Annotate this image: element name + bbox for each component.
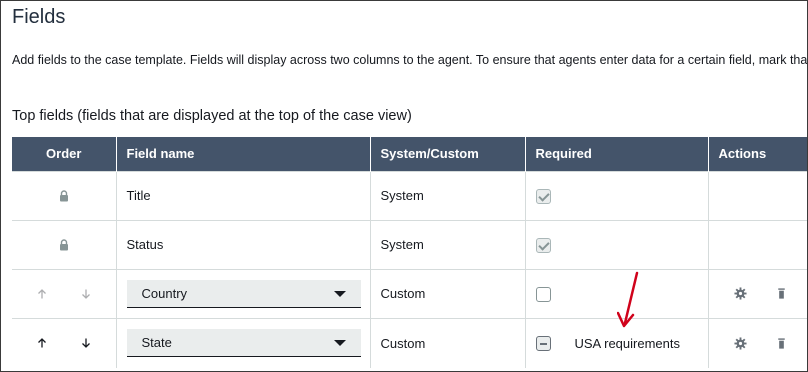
order-cell — [12, 219, 116, 269]
chevron-down-icon — [333, 290, 346, 297]
arrow-down-icon[interactable] — [80, 337, 92, 349]
column-header-required: Required — [524, 137, 708, 171]
required-checkbox — [535, 237, 551, 253]
select-value: State — [141, 335, 172, 351]
order-cell — [12, 170, 116, 220]
field-name-cell: State — [115, 317, 370, 368]
page-title: Fields — [12, 6, 66, 28]
arrow-up-icon[interactable] — [36, 337, 48, 349]
actions-cell — [707, 219, 807, 269]
field-name-select[interactable]: State — [126, 329, 361, 358]
lock-icon — [59, 189, 68, 201]
table-row: State Custom USA requirements — [12, 317, 807, 368]
reorder-controls — [12, 337, 116, 349]
annotation-arrow — [617, 271, 639, 328]
select-value: Country — [141, 285, 188, 301]
field-name-select[interactable]: Country — [126, 279, 361, 308]
field-type-cell: System — [369, 170, 525, 220]
arrow-up-icon — [38, 288, 46, 298]
column-header-system-custom: System/Custom — [369, 137, 525, 171]
required-checkbox[interactable] — [535, 286, 551, 302]
table-row: Country Custom — [12, 268, 807, 318]
gear-icon[interactable] — [733, 337, 747, 350]
arrow-down-icon[interactable] — [80, 288, 92, 300]
fields-table: Order Field name System/Custom Required … — [12, 137, 807, 368]
required-cell — [524, 170, 708, 220]
column-header-order: Order — [12, 137, 116, 171]
actions-cell — [707, 317, 807, 368]
required-checkbox[interactable] — [535, 336, 551, 352]
field-type-cell: Custom — [369, 268, 525, 318]
trash-icon[interactable] — [775, 287, 788, 300]
app-frame: Fields Add fields to the case template. … — [0, 0, 808, 372]
field-name-cell: Country — [115, 268, 370, 318]
order-cell — [12, 317, 116, 368]
table-row: Status System — [12, 219, 807, 269]
column-header-field-name: Field name — [115, 137, 370, 171]
required-condition-label: USA requirements — [574, 336, 681, 352]
gear-icon[interactable] — [733, 287, 747, 300]
column-header-actions: Actions — [707, 137, 807, 171]
order-cell — [12, 268, 116, 318]
section-title: Top fields (fields that are displayed at… — [12, 108, 412, 124]
field-name-cell: Title — [115, 170, 370, 220]
table-header-row: Order Field name System/Custom Required … — [12, 137, 807, 171]
actions-cell — [707, 268, 807, 318]
field-type-cell: Custom — [369, 317, 525, 368]
field-type-cell: System — [369, 219, 525, 269]
page-description: Add fields to the case template. Fields … — [12, 53, 808, 67]
trash-icon[interactable] — [775, 337, 788, 350]
lock-icon — [59, 238, 68, 250]
field-name-cell: Status — [115, 219, 370, 269]
actions-cell — [707, 170, 807, 220]
chevron-down-icon — [333, 340, 346, 347]
reorder-controls — [12, 288, 116, 300]
required-checkbox — [535, 188, 551, 204]
required-cell — [524, 219, 708, 269]
table-row: Title System — [12, 170, 807, 220]
